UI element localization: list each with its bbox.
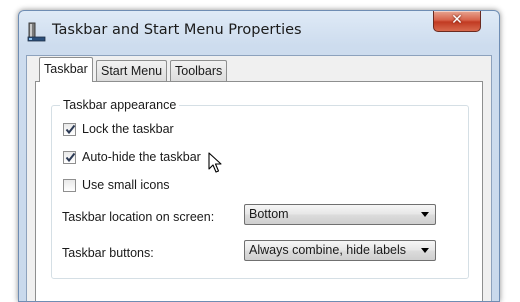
tab-label: Taskbar xyxy=(44,62,88,76)
location-label: Taskbar location on screen: xyxy=(62,210,215,224)
mouse-cursor-icon xyxy=(208,152,222,173)
buttons-label: Taskbar buttons: xyxy=(62,246,154,260)
properties-window: Taskbar and Start Menu Properties ✕ Task… xyxy=(18,10,500,302)
small-icons-checkbox[interactable] xyxy=(63,178,76,192)
lock-taskbar-option[interactable]: Lock the taskbar xyxy=(63,121,174,137)
small-icons-option[interactable]: Use small icons xyxy=(63,177,170,193)
taskbar-properties-icon xyxy=(27,22,47,42)
tab-toolbars[interactable]: Toolbars xyxy=(170,60,228,81)
dialog-body: Taskbar Start Menu Toolbars Taskbar appe… xyxy=(26,55,492,301)
location-dropdown[interactable]: Bottom xyxy=(244,204,436,225)
lock-taskbar-checkbox[interactable] xyxy=(63,122,76,136)
dropdown-arrow-icon xyxy=(421,212,429,217)
tab-taskbar[interactable]: Taskbar xyxy=(39,57,93,82)
auto-hide-checkbox[interactable] xyxy=(63,150,76,164)
location-value: Bottom xyxy=(249,207,289,221)
small-icons-label: Use small icons xyxy=(82,178,170,192)
lock-taskbar-label: Lock the taskbar xyxy=(82,122,174,136)
checkmark-icon xyxy=(65,124,76,134)
buttons-value: Always combine, hide labels xyxy=(249,243,407,257)
auto-hide-label: Auto-hide the taskbar xyxy=(82,150,201,164)
close-button[interactable]: ✕ xyxy=(433,11,481,32)
checkmark-icon xyxy=(65,152,76,162)
title-bar[interactable]: Taskbar and Start Menu Properties ✕ xyxy=(19,11,499,55)
tab-panel-taskbar: Taskbar appearance Lock the taskbar Auto… xyxy=(35,81,483,301)
taskbar-appearance-group: Taskbar appearance Lock the taskbar Auto… xyxy=(51,98,469,279)
tab-start-menu[interactable]: Start Menu xyxy=(96,60,168,81)
window-title: Taskbar and Start Menu Properties xyxy=(52,22,302,38)
tab-label: Toolbars xyxy=(175,64,223,78)
close-icon: ✕ xyxy=(451,12,463,28)
auto-hide-option[interactable]: Auto-hide the taskbar xyxy=(63,149,201,165)
group-title: Taskbar appearance xyxy=(60,98,180,112)
dropdown-arrow-icon xyxy=(421,248,429,253)
buttons-dropdown[interactable]: Always combine, hide labels xyxy=(244,240,436,261)
tab-label: Start Menu xyxy=(101,64,163,78)
